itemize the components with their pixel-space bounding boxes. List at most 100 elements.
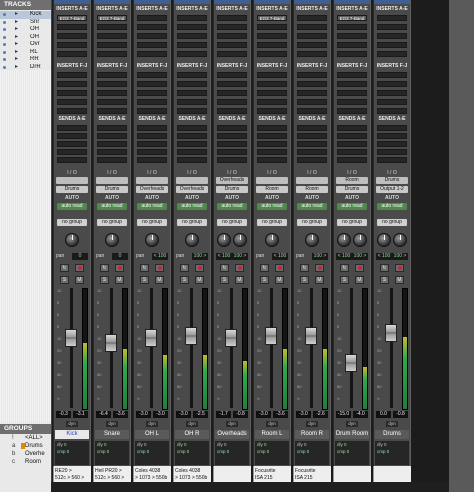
insert-slot[interactable] — [337, 33, 367, 39]
send-slot[interactable] — [57, 133, 87, 139]
visibility-dot-icon[interactable] — [3, 28, 6, 31]
insert-slot[interactable] — [377, 81, 407, 87]
output-selector[interactable]: Drums — [56, 186, 88, 193]
insert-slot[interactable] — [257, 51, 287, 57]
insert-slot[interactable] — [257, 99, 287, 105]
insert-slot[interactable] — [257, 90, 287, 96]
mute-button[interactable]: M — [235, 276, 244, 284]
send-slot[interactable] — [57, 149, 87, 155]
insert-slot[interactable] — [97, 99, 127, 105]
insert-slot[interactable] — [177, 108, 207, 114]
output-selector[interactable]: Drums — [216, 186, 248, 193]
automation-mode-selector[interactable]: auto read — [297, 203, 327, 210]
track-name-button[interactable]: OH R — [175, 430, 209, 439]
send-slot[interactable] — [337, 149, 367, 155]
volume-fader[interactable] — [345, 354, 357, 373]
send-slot[interactable] — [137, 141, 167, 147]
volume-fader[interactable] — [145, 328, 157, 347]
send-slot[interactable] — [97, 133, 127, 139]
insert-slot[interactable] — [57, 51, 87, 57]
input-monitor-button[interactable]: ↻ — [180, 264, 189, 272]
visibility-dot-icon[interactable] — [3, 13, 6, 16]
insert-slot[interactable] — [257, 33, 287, 39]
insert-slot[interactable] — [97, 51, 127, 57]
insert-slot[interactable] — [57, 99, 87, 105]
insert-slot[interactable] — [97, 24, 127, 30]
send-slot[interactable] — [217, 149, 247, 155]
solo-button[interactable]: S — [180, 276, 189, 284]
insert-slot[interactable] — [97, 108, 127, 114]
volume-value[interactable]: -15.0 — [336, 411, 351, 418]
input-selector[interactable] — [56, 177, 88, 184]
send-slot[interactable] — [257, 141, 287, 147]
input-selector[interactable] — [96, 177, 128, 184]
send-slot[interactable] — [297, 141, 327, 147]
volume-fader[interactable] — [185, 326, 197, 345]
insert-slot[interactable] — [337, 81, 367, 87]
insert-slot[interactable] — [377, 51, 407, 57]
solo-button[interactable]: S — [340, 276, 349, 284]
record-enable-button[interactable] — [275, 264, 284, 272]
pan-knob-left[interactable] — [337, 233, 351, 247]
pan-value[interactable]: 0 — [112, 253, 128, 260]
insert-slot[interactable] — [217, 99, 247, 105]
insert-slot[interactable] — [377, 99, 407, 105]
insert-slot[interactable] — [337, 51, 367, 57]
insert-slot[interactable] — [97, 72, 127, 78]
insert-slot[interactable] — [257, 72, 287, 78]
send-slot[interactable] — [137, 149, 167, 155]
pan-value[interactable]: < 100 — [152, 253, 168, 260]
insert-slot[interactable] — [217, 108, 247, 114]
insert-slot[interactable]: EQ3 7-Band — [57, 15, 87, 21]
automation-mode-selector[interactable]: auto read — [57, 203, 87, 210]
volume-fader[interactable] — [385, 323, 397, 342]
insert-slot[interactable] — [137, 33, 167, 39]
track-list-item[interactable]: ▸ OH — [0, 26, 51, 34]
insert-slot[interactable] — [337, 42, 367, 48]
pan-value-left[interactable]: < 100 — [336, 253, 352, 260]
insert-slot[interactable] — [57, 72, 87, 78]
group-selector[interactable]: no group — [337, 219, 367, 226]
insert-slot[interactable] — [297, 90, 327, 96]
send-slot[interactable] — [257, 149, 287, 155]
volume-fader[interactable] — [225, 328, 237, 347]
solo-button[interactable]: S — [300, 276, 309, 284]
volume-value[interactable]: -3.0 — [296, 411, 311, 418]
solo-button[interactable]: S — [380, 276, 389, 284]
solo-button[interactable]: S — [60, 276, 69, 284]
insert-slot[interactable] — [137, 81, 167, 87]
send-slot[interactable] — [217, 141, 247, 147]
input-selector[interactable] — [296, 177, 328, 184]
insert-slot[interactable] — [217, 24, 247, 30]
group-selector[interactable]: no group — [137, 219, 167, 226]
pan-value-right[interactable]: 100 > — [232, 253, 248, 260]
send-slot[interactable] — [97, 157, 127, 163]
send-slot[interactable] — [337, 141, 367, 147]
insert-slot[interactable] — [377, 72, 407, 78]
group-selector[interactable]: no group — [257, 219, 287, 226]
input-monitor-button[interactable]: ↻ — [60, 264, 69, 272]
insert-slot[interactable] — [97, 33, 127, 39]
pan-knob[interactable] — [305, 233, 319, 247]
insert-slot[interactable] — [97, 81, 127, 87]
send-slot[interactable] — [217, 157, 247, 163]
pan-value-right[interactable]: 100 > — [352, 253, 368, 260]
send-slot[interactable] — [257, 133, 287, 139]
insert-slot[interactable] — [137, 72, 167, 78]
send-slot[interactable] — [297, 133, 327, 139]
pan-value-left[interactable]: < 100 — [216, 253, 232, 260]
insert-slot[interactable]: EQ3 7-Band — [257, 15, 287, 21]
input-selector[interactable]: Drums — [376, 177, 408, 184]
visibility-dot-icon[interactable] — [3, 58, 6, 61]
insert-slot[interactable] — [257, 24, 287, 30]
insert-slot[interactable] — [177, 90, 207, 96]
automation-mode-selector[interactable]: auto read — [257, 203, 287, 210]
record-enable-button[interactable] — [235, 264, 244, 272]
insert-slot[interactable] — [377, 90, 407, 96]
input-selector[interactable] — [176, 177, 208, 184]
insert-slot[interactable] — [137, 42, 167, 48]
input-monitor-button[interactable]: ↻ — [260, 264, 269, 272]
automation-mode-selector[interactable]: auto read — [177, 203, 207, 210]
send-slot[interactable] — [57, 125, 87, 131]
track-name-button[interactable]: Drums — [375, 430, 409, 439]
